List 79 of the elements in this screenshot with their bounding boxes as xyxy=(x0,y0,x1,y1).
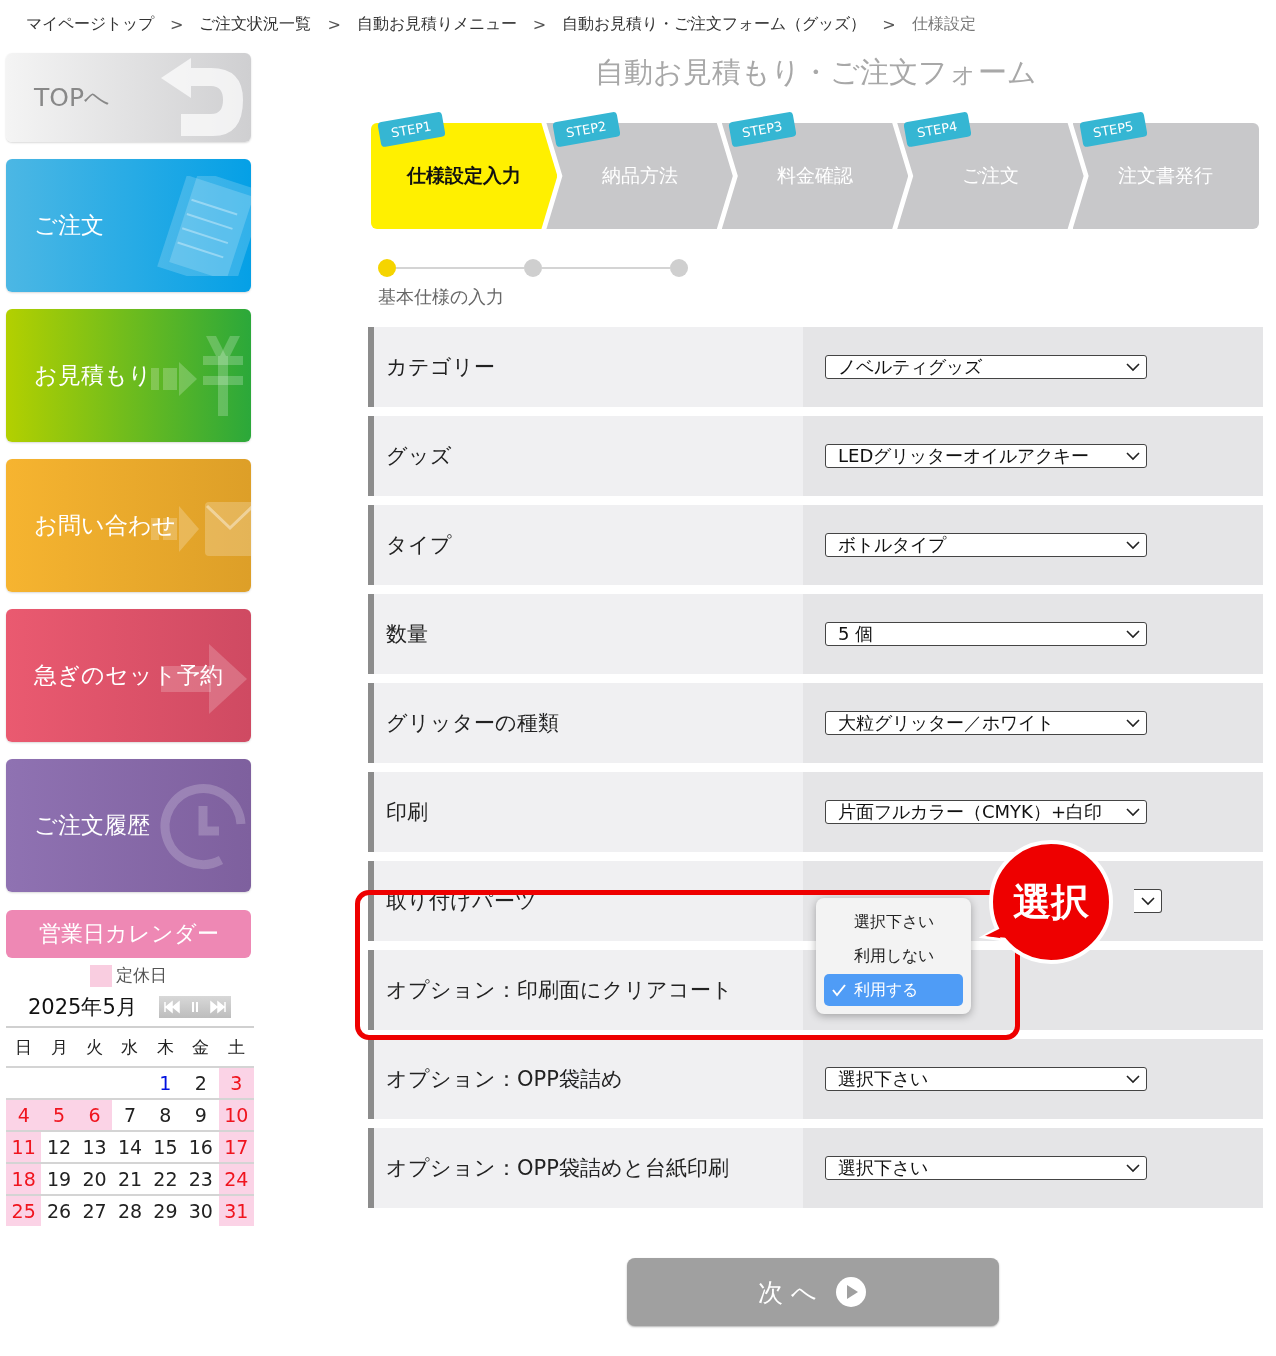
calendar-day: 29 xyxy=(147,1195,184,1226)
caret-icon xyxy=(1126,718,1140,728)
breadcrumb-separator: > xyxy=(532,14,547,34)
caret-icon xyxy=(1126,807,1140,817)
caret-icon xyxy=(1126,1163,1140,1173)
breadcrumb-link[interactable]: マイページトップ xyxy=(26,13,154,35)
field-label: オプション：OPP袋詰め xyxy=(374,1039,803,1119)
field-label: オプション：印刷面にクリアコート xyxy=(374,950,803,1030)
breadcrumb-separator: > xyxy=(170,14,184,34)
field-label: オプション：OPP袋詰めと台紙印刷 xyxy=(374,1128,803,1208)
select-field[interactable]: 大粒グリッター／ホワイト xyxy=(825,711,1147,735)
weekday-label: 土 xyxy=(218,1027,254,1067)
calendar-day: 19 xyxy=(41,1163,77,1195)
calendar-day: 18 xyxy=(6,1163,42,1195)
calendar-day: 6 xyxy=(76,1099,113,1131)
calendar-day: 28 xyxy=(112,1195,148,1226)
select-field[interactable]: 片面フルカラー（CMYK）+白印 xyxy=(825,800,1147,824)
calendar-day: 3 xyxy=(218,1067,254,1099)
caret-icon xyxy=(1126,629,1140,639)
check-icon xyxy=(832,983,846,997)
field-label: グリッターの種類 xyxy=(374,683,803,763)
field-label: グッズ xyxy=(374,416,803,496)
calendar-month: 2025年5月 xyxy=(28,994,137,1021)
weekday-label: 木 xyxy=(147,1027,184,1067)
legend-swatch xyxy=(90,964,112,987)
sidebar-button[interactable]: 急ぎのセット予約 xyxy=(6,609,251,742)
calendar-day: 8 xyxy=(147,1099,184,1131)
select-field[interactable]: ノベルティグッズ xyxy=(825,355,1147,379)
breadcrumb-link[interactable]: 自動お見積り・ご注文フォーム（グッズ） xyxy=(562,13,867,35)
dropdown-option[interactable]: 利用しない xyxy=(824,940,963,972)
breadcrumb-separator: > xyxy=(882,14,896,34)
caret-icon xyxy=(1126,362,1140,372)
calendar-day: 22 xyxy=(147,1163,184,1195)
calendar-day: 4 xyxy=(6,1099,42,1131)
page-title: 自動お見積もり・ご注文フォーム xyxy=(593,54,1038,91)
calendar-day: 5 xyxy=(41,1099,77,1131)
play-icon xyxy=(834,1276,867,1308)
calendar-day: 11 xyxy=(6,1131,42,1163)
select-field[interactable]: 選択下さい xyxy=(825,1067,1147,1091)
calendar-day: 13 xyxy=(76,1131,113,1163)
calendar-day: 7 xyxy=(112,1099,148,1131)
weekday-label: 火 xyxy=(76,1027,113,1067)
breadcrumb-link[interactable]: 自動お見積りメニュー xyxy=(356,13,517,35)
field-label: カテゴリー xyxy=(374,327,803,407)
legend-label: 定休日 xyxy=(116,964,167,987)
calendar-day: 24 xyxy=(218,1163,254,1195)
calendar-day: 17 xyxy=(218,1131,254,1163)
calendar-day: 31 xyxy=(218,1195,254,1226)
weekday-label: 水 xyxy=(112,1027,148,1067)
select-field[interactable]: 選択下さい xyxy=(825,1156,1147,1180)
select-field[interactable]: 5 個 xyxy=(825,622,1147,646)
field-label: タイプ xyxy=(374,505,803,585)
breadcrumb-separator: > xyxy=(327,14,341,34)
breadcrumb-link[interactable]: ご注文状況一覧 xyxy=(199,13,312,35)
calendar-day: 27 xyxy=(76,1195,113,1226)
calendar-day: 10 xyxy=(218,1099,254,1131)
calendar-day: 12 xyxy=(41,1131,77,1163)
calendar-day: 14 xyxy=(112,1131,148,1163)
calendar-day: 15 xyxy=(147,1131,184,1163)
calendar-day: 20 xyxy=(76,1163,113,1195)
progress-label: 基本仕様の入力 xyxy=(378,285,505,309)
select-field[interactable] xyxy=(1134,889,1162,913)
calendar-day: 21 xyxy=(112,1163,148,1195)
select-field[interactable]: LEDグリッターオイルアクキー xyxy=(825,444,1147,468)
calendar-day: 25 xyxy=(6,1195,42,1226)
calendar-day: 1 xyxy=(147,1067,184,1099)
caret-icon xyxy=(1141,896,1155,906)
field-label: 数量 xyxy=(374,594,803,674)
weekday-label: 日 xyxy=(6,1027,42,1067)
caret-icon xyxy=(1126,451,1140,461)
calendar-day: 26 xyxy=(41,1195,77,1226)
dropdown-option[interactable]: 選択下さい xyxy=(824,906,963,938)
sidebar-button[interactable]: ご注文履歴 xyxy=(6,759,251,892)
field-label: 印刷 xyxy=(374,772,803,852)
caret-icon xyxy=(1126,1074,1140,1084)
select-field[interactable]: ボトルタイプ xyxy=(825,533,1147,557)
weekday-label: 月 xyxy=(41,1027,77,1067)
caret-icon xyxy=(1126,540,1140,550)
weekday-label: 金 xyxy=(183,1027,219,1067)
